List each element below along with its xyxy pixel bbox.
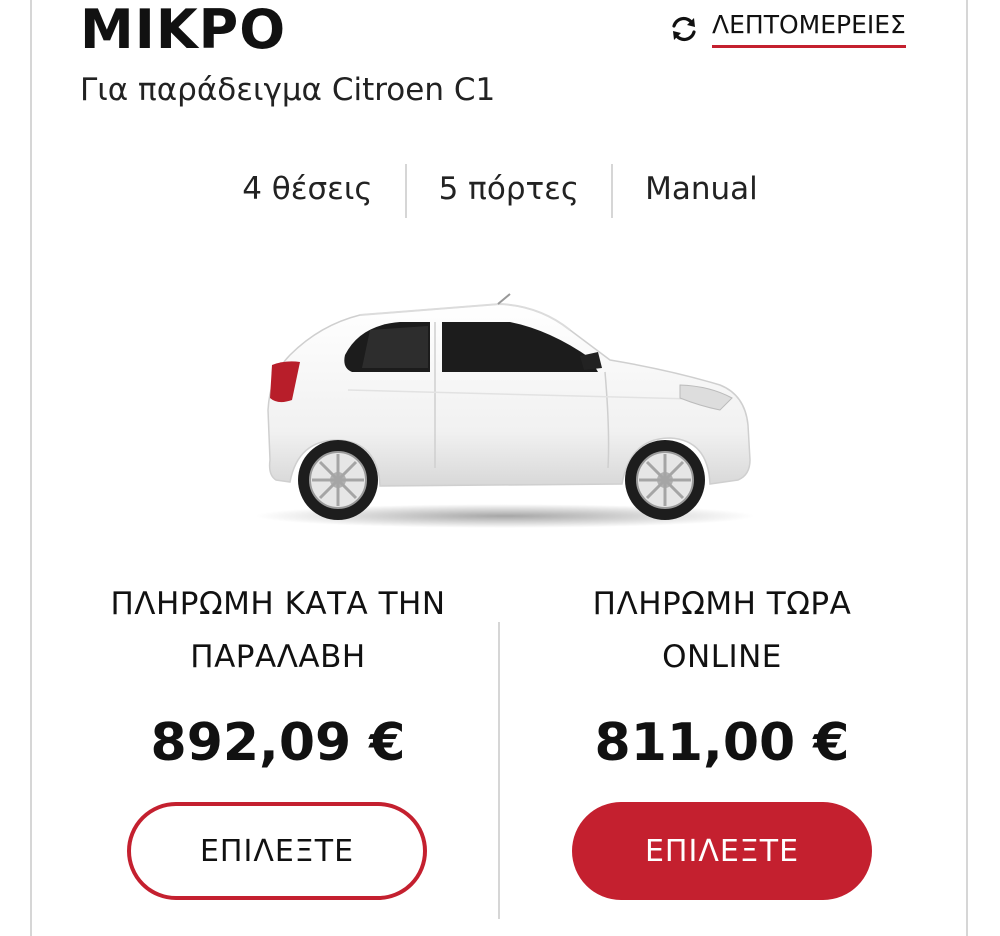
pay-online-title-line2: ONLINE bbox=[662, 639, 782, 675]
spec-doors: 5 πόρτες bbox=[404, 164, 612, 218]
pay-on-pickup-title-line2: ΠΑΡΑΛΑΒΗ bbox=[190, 639, 366, 675]
select-pay-on-pickup-button[interactable]: ΕΠΙΛΕΞΤΕ bbox=[127, 802, 427, 900]
car-example-subtitle: Για παράδειγμα Citroen C1 bbox=[80, 72, 496, 108]
pay-online-title-line1: ΠΛΗΡΩΜΗ ΤΩΡΑ bbox=[592, 586, 852, 622]
details-link[interactable]: ΛΕΠΤΟΜΕΡΕΙΕΣ bbox=[668, 6, 920, 52]
column-divider bbox=[498, 622, 500, 919]
pay-online-option: ΠΛΗΡΩΜΗ ΤΩΡΑ ONLINE 811,00 € bbox=[512, 578, 932, 778]
spec-seats: 4 θέσεις bbox=[242, 171, 373, 207]
pay-on-pickup-price: 892,09 € bbox=[150, 713, 406, 773]
spec-transmission: Manual bbox=[611, 164, 790, 218]
swap-arrows-icon bbox=[668, 13, 700, 45]
pay-on-pickup-title: ΠΛΗΡΩΜΗ ΚΑΤΑ ΤΗΝ ΠΑΡΑΛΑΒΗ bbox=[68, 578, 488, 684]
car-specs: 4 θέσεις 5 πόρτες Manual bbox=[0, 164, 1000, 218]
car-category-title: ΜΙΚΡΟ bbox=[80, 0, 287, 61]
pay-online-title: ΠΛΗΡΩΜΗ ΤΩΡΑ ONLINE bbox=[512, 578, 932, 684]
details-link-label: ΛΕΠΤΟΜΕΡΕΙΕΣ bbox=[712, 10, 906, 48]
car-image bbox=[250, 290, 760, 530]
pay-on-pickup-title-line1: ΠΛΗΡΩΜΗ ΚΑΤΑ ΤΗΝ bbox=[110, 586, 446, 622]
select-pay-online-button[interactable]: ΕΠΙΛΕΞΤΕ bbox=[572, 802, 872, 900]
pay-on-pickup-option: ΠΛΗΡΩΜΗ ΚΑΤΑ ΤΗΝ ΠΑΡΑΛΑΒΗ 892,09 € bbox=[68, 578, 488, 778]
pay-online-price: 811,00 € bbox=[594, 713, 850, 773]
